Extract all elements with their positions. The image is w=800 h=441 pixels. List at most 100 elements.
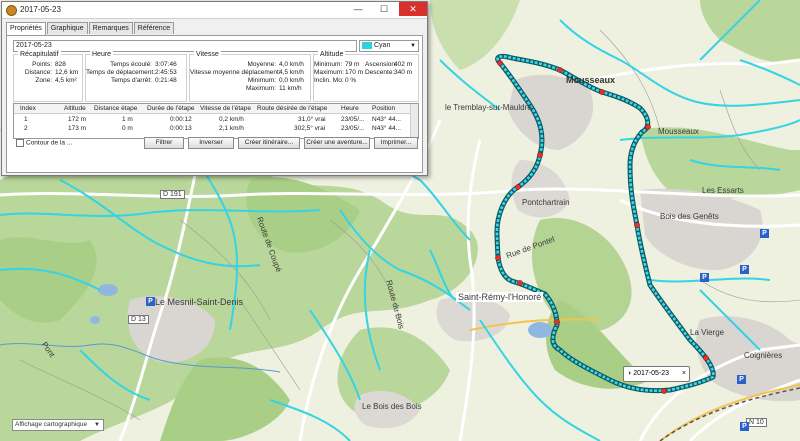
vitesse-deplacement-value: 4,5 km/h bbox=[279, 69, 304, 76]
table-cell: 23/05/... bbox=[341, 125, 365, 132]
track-properties-dialog: 2017-05-23 — ☐ ✕ Propriétés Graphique Rema… bbox=[1, 1, 428, 176]
dialog-titlebar[interactable]: 2017-05-23 — ☐ ✕ bbox=[2, 2, 427, 19]
tab-reference[interactable]: Référence bbox=[133, 22, 175, 34]
tab-bar: Propriétés Graphique Remarques Référence bbox=[6, 22, 175, 35]
col-header-altitude[interactable]: Altitude bbox=[64, 104, 86, 113]
table-cell: 302,5° vrai bbox=[294, 125, 326, 132]
group-recap-title: Récapitulatif bbox=[18, 51, 61, 58]
altitude-min-label: Minimum: bbox=[314, 61, 343, 68]
group-heure: Heure Temps écoulé: 3:07:46 Temps de dépl… bbox=[85, 51, 187, 102]
contour-checkbox[interactable]: Contour de la ... bbox=[16, 139, 72, 147]
recap-distance-label: Distance: bbox=[24, 69, 52, 76]
map-label-bois-dec: Bois des Genêts bbox=[660, 212, 719, 221]
map-label-tremblay: le Tremblay-sur-Mauldre bbox=[445, 103, 532, 112]
vitesse-moyenne-label: Moyenne: bbox=[247, 61, 276, 68]
vitesse-minimum-value: 0,0 km/h bbox=[279, 77, 304, 84]
col-header-position[interactable]: Position bbox=[372, 104, 395, 113]
map-label-coignieres: Coignières bbox=[744, 351, 783, 360]
create-adventure-button[interactable]: Créer une aventure... bbox=[304, 137, 370, 149]
track-label-callout[interactable]: ◑ 2017-05-23 × bbox=[623, 366, 690, 382]
altitude-min-value: 79 m bbox=[345, 61, 360, 68]
steps-table[interactable]: Index Altitude Distance étape Durée de l… bbox=[13, 103, 419, 139]
road-shield-n10: N 10 bbox=[746, 418, 767, 427]
tab-remarques[interactable]: Remarques bbox=[88, 22, 133, 34]
maximize-button[interactable]: ☐ bbox=[373, 2, 395, 16]
color-swatch bbox=[362, 42, 372, 49]
contour-label: Contour de la ... bbox=[26, 139, 73, 147]
track-label-text: 2017-05-23 bbox=[633, 370, 670, 377]
track-name-input[interactable]: 2017-05-23 bbox=[13, 40, 357, 52]
parking-icon: P bbox=[760, 229, 769, 238]
recap-zone-label: Zone: bbox=[35, 77, 52, 84]
road-shield-d191: D 191 bbox=[160, 190, 185, 199]
table-cell: N43° 44... bbox=[372, 125, 401, 132]
parking-icon: P bbox=[740, 265, 749, 274]
group-heure-title: Heure bbox=[90, 51, 114, 58]
map-label-la-vierge: La Vierge bbox=[690, 328, 725, 337]
vitesse-minimum-label: Minimum: bbox=[247, 77, 276, 84]
tab-graphique[interactable]: Graphique bbox=[46, 22, 88, 34]
col-header-distance[interactable]: Distance étape bbox=[94, 104, 137, 113]
group-vitesse-title: Vitesse bbox=[194, 51, 221, 58]
water-body bbox=[98, 284, 118, 296]
table-header-row: Index Altitude Distance étape Durée de l… bbox=[14, 104, 410, 114]
vitesse-maximum-label: Maximum: bbox=[246, 85, 276, 92]
checkbox-box[interactable] bbox=[16, 139, 24, 147]
table-cell: 172 m bbox=[68, 116, 87, 123]
altitude-max-label: Maximum: bbox=[314, 69, 344, 76]
table-cell: 2 bbox=[24, 125, 28, 132]
map-label-mousseaux-2: Mousseaux bbox=[658, 127, 699, 136]
map-label-le-mesnil: Le Mesnil-Saint-Denis bbox=[155, 297, 244, 307]
color-select-value: Cyan bbox=[374, 42, 391, 49]
create-route-button[interactable]: Créer itinéraire... bbox=[238, 137, 300, 149]
chevron-down-icon: ▼ bbox=[94, 422, 100, 428]
table-cell: 1 m bbox=[122, 116, 133, 123]
map-layer-select-value: Affichage cartographique bbox=[15, 421, 88, 428]
filter-button[interactable]: Filtrer bbox=[144, 137, 184, 149]
col-header-index[interactable]: Index bbox=[20, 104, 36, 113]
col-header-duree[interactable]: Durée de l'étape bbox=[147, 104, 195, 113]
heure-deplacement-label: Temps de déplacement: bbox=[86, 69, 156, 76]
group-vitesse: Vitesse Moyenne: 4,0 km/h Vitesse moyenne… bbox=[189, 51, 311, 102]
col-header-heure[interactable]: Heure bbox=[341, 104, 359, 113]
map-layer-select[interactable]: Affichage cartographique ▼ bbox=[12, 419, 104, 431]
col-header-route[interactable]: Route désirée de l'étape bbox=[257, 104, 327, 113]
globe-icon: ◑ bbox=[627, 370, 632, 377]
tab-page-properties: 2017-05-23 Cyan ▼ Récapitulatif Points: 82… bbox=[6, 35, 423, 173]
tab-proprietes[interactable]: Propriétés bbox=[6, 22, 46, 35]
group-recap: Récapitulatif Points: 828 Distance: 12,6 k… bbox=[13, 51, 83, 102]
altitude-inclin-label: Inclin. Mo: bbox=[314, 77, 344, 84]
table-cell: 31,0° vrai bbox=[298, 116, 326, 123]
track-color-select[interactable]: Cyan ▼ bbox=[359, 40, 419, 52]
altitude-max-value: 170 m bbox=[345, 69, 364, 76]
table-cell: 0:00:13 bbox=[170, 125, 192, 132]
group-altitude-title: Altitude bbox=[318, 51, 346, 58]
vitesse-moyenne-value: 4,0 km/h bbox=[279, 61, 304, 68]
reverse-button[interactable]: Inverser bbox=[188, 137, 234, 149]
dialog-title: 2017-05-23 bbox=[20, 5, 61, 14]
vitesse-deplacement-label: Vitesse moyenne déplacement: bbox=[190, 69, 281, 76]
table-cell: 173 m bbox=[68, 125, 87, 132]
table-row[interactable]: 1 172 m 1 m 0:00:12 0,2 km/h 31,0° vrai … bbox=[14, 115, 410, 124]
recap-zone-value: 4,5 km² bbox=[55, 77, 77, 84]
minimize-button[interactable]: — bbox=[347, 2, 369, 16]
table-row[interactable]: 2 173 m 0 m 0:00:13 2,1 km/h 302,5° vrai… bbox=[14, 124, 410, 133]
water-body bbox=[528, 322, 552, 338]
table-cell: 2,1 km/h bbox=[219, 125, 244, 132]
parking-icon: P bbox=[700, 273, 709, 282]
print-button[interactable]: Imprimer... bbox=[374, 137, 418, 149]
chevron-down-icon: ▼ bbox=[410, 43, 416, 49]
parking-icon: P bbox=[740, 422, 749, 431]
table-cell: 0 m bbox=[122, 125, 133, 132]
map-label-mousseaux: Mousseaux bbox=[566, 75, 616, 85]
heure-ecoule-value: 3:07:46 bbox=[155, 61, 177, 68]
close-icon[interactable]: × bbox=[682, 367, 686, 381]
close-button[interactable]: ✕ bbox=[399, 2, 427, 16]
table-scrollbar[interactable] bbox=[410, 104, 418, 138]
col-header-vitesse[interactable]: Vitesse de l'étape bbox=[200, 104, 251, 113]
vitesse-maximum-value: 11 km/h bbox=[279, 85, 302, 92]
recap-distance-value: 12,6 km bbox=[55, 69, 79, 76]
altitude-ascension-value: 402 m bbox=[394, 61, 413, 68]
altitude-ascension-label: Ascension: bbox=[365, 61, 397, 68]
parking-icon: P bbox=[146, 297, 155, 306]
